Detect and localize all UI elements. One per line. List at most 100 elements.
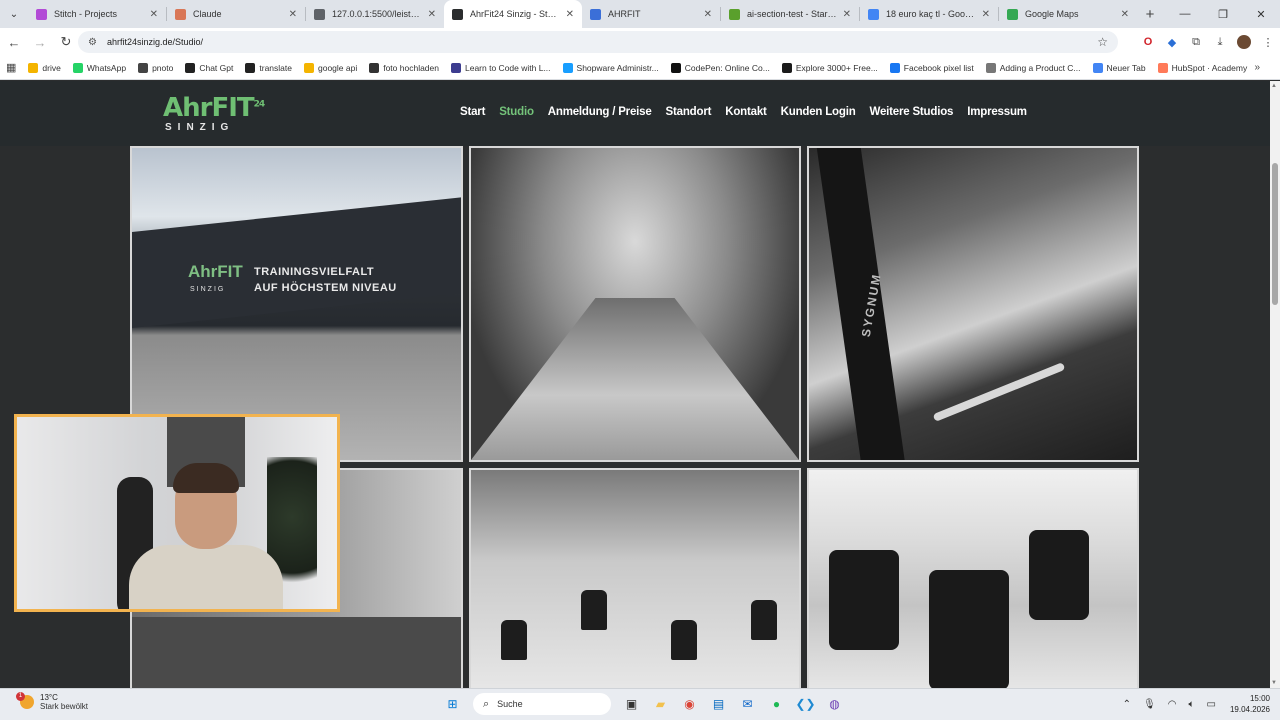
gallery-photo-bikes[interactable] [469, 468, 801, 688]
gallery-photo-cardio[interactable] [807, 468, 1139, 688]
bookmark-item[interactable]: Learn to Code with L... [451, 62, 551, 73]
tab-close-icon[interactable]: ✕ [150, 9, 158, 20]
tab-close-icon[interactable]: ✕ [1121, 9, 1129, 20]
apps-grid-icon[interactable]: ▦ [6, 61, 16, 74]
nav-link[interactable]: Weitere Studios [870, 106, 954, 118]
close-window-icon[interactable]: ✕ [1242, 8, 1280, 21]
minimize-icon[interactable]: — [1166, 8, 1204, 20]
scroll-down-icon[interactable]: ▼ [1271, 680, 1277, 686]
bookmark-item[interactable]: Chat Gpt [185, 62, 233, 73]
nav-link[interactable]: Studio [499, 106, 534, 118]
tab-close-icon[interactable]: ✕ [982, 9, 990, 20]
bookmark-item[interactable]: Shopware Administr... [562, 62, 659, 73]
nav-link[interactable]: Kunden Login [781, 106, 856, 118]
browser-tab[interactable]: AHRFIT ✕ [582, 0, 720, 28]
bookmark-item[interactable]: foto hochladen [369, 62, 439, 73]
browser-tab[interactable]: Google Maps ✕ [999, 0, 1137, 28]
bookmark-item[interactable]: pnoto [138, 62, 173, 73]
wifi-icon[interactable]: ◠ [1168, 699, 1177, 710]
browser-tab[interactable]: 127.0.0.1:5500/leistungen ✕ [306, 0, 444, 28]
file-explorer-icon[interactable]: ▰ [650, 693, 672, 715]
bookmark-item[interactable]: Adding a Product C... [985, 62, 1081, 73]
opera-extension-icon[interactable]: O [1136, 36, 1160, 48]
volume-icon[interactable]: 🔈︎ [1189, 699, 1195, 710]
bookmark-label: translate [259, 62, 292, 73]
site-info-icon[interactable]: ⚙ [88, 37, 97, 48]
bookmark-label: Learn to Code with L... [465, 62, 551, 73]
forward-icon[interactable]: → [28, 35, 52, 50]
bike-shape [581, 590, 607, 630]
chrome-icon[interactable]: ◉ [679, 693, 701, 715]
browser-tab[interactable]: ai-section-test - Startseite ✕ [721, 0, 859, 28]
bookmark-label: Adding a Product C... [999, 62, 1081, 73]
tab-title: Stitch - Projects [54, 9, 118, 19]
nav-link[interactable]: Start [460, 106, 485, 118]
vscode-icon[interactable]: ❮❯ [795, 693, 817, 715]
building-logo-subtitle: SINZIG [190, 286, 226, 293]
profile-avatar[interactable] [1237, 35, 1251, 49]
tab-close-icon[interactable]: ✕ [843, 9, 851, 20]
tray-overflow-icon[interactable]: ⌃ [1123, 699, 1131, 710]
restore-icon[interactable]: ❐ [1204, 8, 1242, 21]
tab-close-icon[interactable]: ✕ [566, 9, 574, 20]
bookmark-item[interactable]: HubSpot · Academy [1157, 62, 1247, 73]
nav-link[interactable]: Impressum [967, 106, 1027, 118]
functional-floor [132, 616, 461, 688]
browser-tab[interactable]: Claude ✕ [167, 0, 305, 28]
url-bar[interactable]: ⚙ ahrfit24sinzig.de/Studio/ ☆ [78, 31, 1118, 53]
bookmark-item[interactable]: Explore 3000+ Free... [781, 62, 878, 73]
tab-favicon-icon [175, 8, 186, 20]
extensions-puzzle-icon[interactable]: ⧉ [1184, 36, 1208, 49]
bookmark-item[interactable]: translate [245, 62, 292, 73]
weather-temperature: 13°C [40, 693, 58, 702]
new-tab-button[interactable]: + [1137, 6, 1163, 23]
url-text: ahrfit24sinzig.de/Studio/ [106, 37, 204, 47]
tab-close-icon[interactable]: ✕ [289, 9, 297, 20]
scroll-up-icon[interactable]: ▲ [1271, 83, 1277, 89]
back-icon[interactable]: ← [2, 35, 26, 50]
bookmark-star-icon[interactable]: ☆ [1097, 35, 1108, 49]
nav-link[interactable]: Anmeldung / Preise [548, 106, 652, 118]
browser-tab[interactable]: Stitch - Projects ✕ [28, 0, 166, 28]
tab-list: Stitch - Projects ✕ Claude ✕ 127.0.0.1:5500/… [28, 0, 1137, 28]
start-windows-icon[interactable]: ⊞ [442, 693, 464, 715]
outlook-icon[interactable]: ✉ [737, 693, 759, 715]
bookmark-item[interactable]: drive [28, 62, 61, 73]
bookmark-item[interactable]: Neuer Tab [1092, 62, 1146, 73]
browser-menu-icon[interactable]: ⋮ [1256, 36, 1280, 49]
nav-link[interactable]: Kontakt [725, 106, 767, 118]
clock[interactable]: 15:00 19.04.2026 [1230, 693, 1270, 715]
bookmark-item[interactable]: Facebook pixel list [889, 62, 974, 73]
tab-close-icon[interactable]: ✕ [704, 9, 712, 20]
github-desktop-icon[interactable]: ◍ [824, 693, 846, 715]
site-logo[interactable]: AhrFIT24 SINZIG [163, 93, 265, 135]
address-toolbar: ← → ↻ ⚙ ahrfit24sinzig.de/Studio/ ☆ O ◆ … [0, 28, 1280, 56]
browser-tab[interactable]: AhrFit24 Sinzig - Studio ✕ [444, 0, 582, 28]
battery-icon[interactable]: ▭ [1207, 699, 1216, 710]
bookmark-item[interactable]: CodePen: Online Co... [670, 62, 770, 73]
reload-icon[interactable]: ↻ [54, 34, 78, 50]
weather-widget[interactable]: 1 13°C Stark bewölkt [16, 692, 88, 711]
taskbar-search[interactable]: ⌕ Suche [473, 693, 611, 715]
webcam-person-hair [173, 463, 239, 493]
download-icon[interactable]: ⤓ [1208, 36, 1232, 49]
bookmark-favicon-icon [670, 62, 681, 73]
task-view-icon[interactable]: ▣ [621, 693, 643, 715]
scrollbar-thumb[interactable] [1272, 163, 1278, 305]
store-icon[interactable]: ▤ [708, 693, 730, 715]
bookmark-item[interactable]: WhatsApp [72, 62, 126, 73]
bookmark-item[interactable]: google api [303, 62, 357, 73]
tab-close-icon[interactable]: ✕ [428, 9, 436, 20]
gallery-photo-equipment[interactable]: SYGNUM [807, 146, 1139, 462]
gallery-photo-hall[interactable] [469, 146, 801, 462]
browser-tab[interactable]: 18 euro kaç tl - Google S ✕ [860, 0, 998, 28]
spotify-icon[interactable]: ● [766, 693, 788, 715]
tab-favicon-icon [729, 8, 740, 20]
windows-taskbar: 1 13°C Stark bewölkt ⊞ ⌕ Suche ▣ ▰ ◉ ▤ ✉… [0, 688, 1280, 720]
nav-link[interactable]: Standort [666, 106, 712, 118]
microphone-icon[interactable]: 🎙︎ [1143, 699, 1156, 710]
page-scrollbar[interactable]: ▲ ▼ [1270, 81, 1280, 688]
tab-search-icon[interactable]: ⌄ [0, 0, 28, 28]
extension-icon[interactable]: ◆ [1160, 36, 1184, 49]
bookmarks-overflow-icon[interactable]: » [1254, 62, 1260, 73]
